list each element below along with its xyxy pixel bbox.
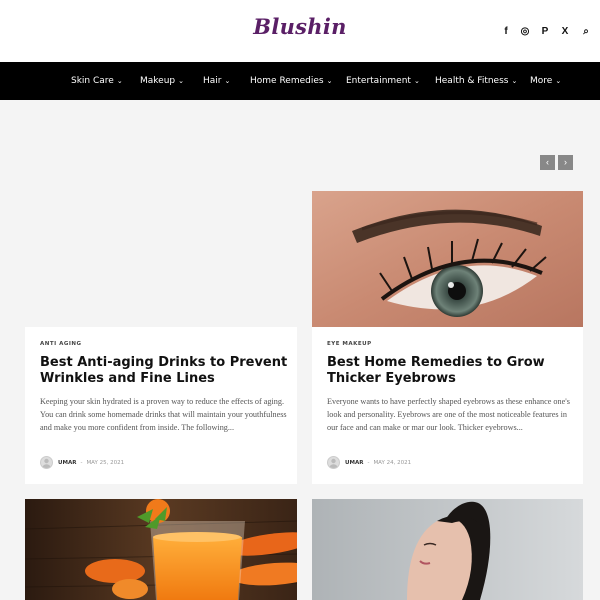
- chevron-down-icon: ⌄: [224, 77, 231, 85]
- nav-item-skin-care[interactable]: Skin Care ⌄: [71, 62, 123, 100]
- meta-separator: -: [367, 459, 370, 466]
- nav-item-label: Skin Care: [71, 76, 114, 86]
- nav-item-label: More: [530, 76, 553, 86]
- main-nav: Skin Care ⌄ Makeup ⌄ Hair ⌄ Home Remedies ⌄ …: [0, 62, 600, 100]
- nav-item-label: Health & Fitness: [435, 76, 509, 86]
- nav-item-label: Home Remedies: [250, 76, 324, 86]
- pinterest-icon[interactable]: P: [538, 24, 552, 38]
- avatar[interactable]: [327, 456, 340, 469]
- chevron-down-icon: ⌄: [116, 77, 123, 85]
- post-date: MAY 24, 2021: [373, 459, 412, 466]
- slider-prev-button[interactable]: ‹: [540, 155, 555, 170]
- instagram-icon[interactable]: ◎: [518, 24, 532, 38]
- article-card[interactable]: EYE MAKEUP Best Home Remedies to Grow Th…: [312, 327, 583, 484]
- meta-separator: -: [80, 459, 83, 466]
- article-card[interactable]: ANTI AGING Best Anti-aging Drinks to Pre…: [25, 327, 297, 484]
- article-category[interactable]: EYE MAKEUP: [327, 341, 372, 347]
- chevron-down-icon: ⌄: [178, 77, 185, 85]
- woman-portrait-image[interactable]: [312, 499, 583, 600]
- article-category[interactable]: ANTI AGING: [40, 341, 82, 347]
- article-excerpt: Keeping your skin hydrated is a proven w…: [40, 397, 287, 432]
- facebook-icon[interactable]: f: [499, 24, 513, 38]
- chevron-down-icon: ⌄: [511, 77, 518, 85]
- nav-item-label: Makeup: [140, 76, 176, 86]
- slider-next-button[interactable]: ›: [558, 155, 573, 170]
- nav-item-more[interactable]: More ⌄: [530, 62, 561, 100]
- article-meta: UMAR - MAY 24, 2021: [327, 456, 411, 469]
- chevron-down-icon: ⌄: [326, 77, 333, 85]
- nav-item-label: Hair: [203, 76, 222, 86]
- author-name[interactable]: UMAR: [58, 460, 76, 466]
- nav-item-label: Entertainment: [346, 76, 411, 86]
- avatar[interactable]: [40, 456, 53, 469]
- nav-item-entertainment[interactable]: Entertainment ⌄: [346, 62, 420, 100]
- nav-item-hair[interactable]: Hair ⌄: [203, 62, 230, 100]
- article-title[interactable]: Best Home Remedies to Grow Thicker Eyebr…: [327, 355, 557, 387]
- search-icon[interactable]: ⌕: [579, 24, 593, 38]
- nav-item-health-fitness[interactable]: Health & Fitness ⌄: [435, 62, 517, 100]
- chevron-down-icon: ⌄: [555, 77, 562, 85]
- article-title[interactable]: Best Anti-aging Drinks to Prevent Wrinkl…: [40, 355, 290, 387]
- article-excerpt: Everyone wants to have perfectly shaped …: [327, 397, 570, 432]
- nav-item-makeup[interactable]: Makeup ⌄: [140, 62, 184, 100]
- eye-closeup-image[interactable]: [312, 191, 583, 327]
- author-name[interactable]: UMAR: [345, 460, 363, 466]
- x-twitter-icon[interactable]: X: [558, 24, 572, 38]
- site-header: Blushin f ◎ P X ⌕: [0, 0, 600, 62]
- carrot-juice-image[interactable]: [25, 499, 297, 600]
- article-meta: UMAR - MAY 25, 2021: [40, 456, 124, 469]
- chevron-down-icon: ⌄: [413, 77, 420, 85]
- post-date: MAY 25, 2021: [86, 459, 125, 466]
- nav-item-home-remedies[interactable]: Home Remedies ⌄: [250, 62, 332, 100]
